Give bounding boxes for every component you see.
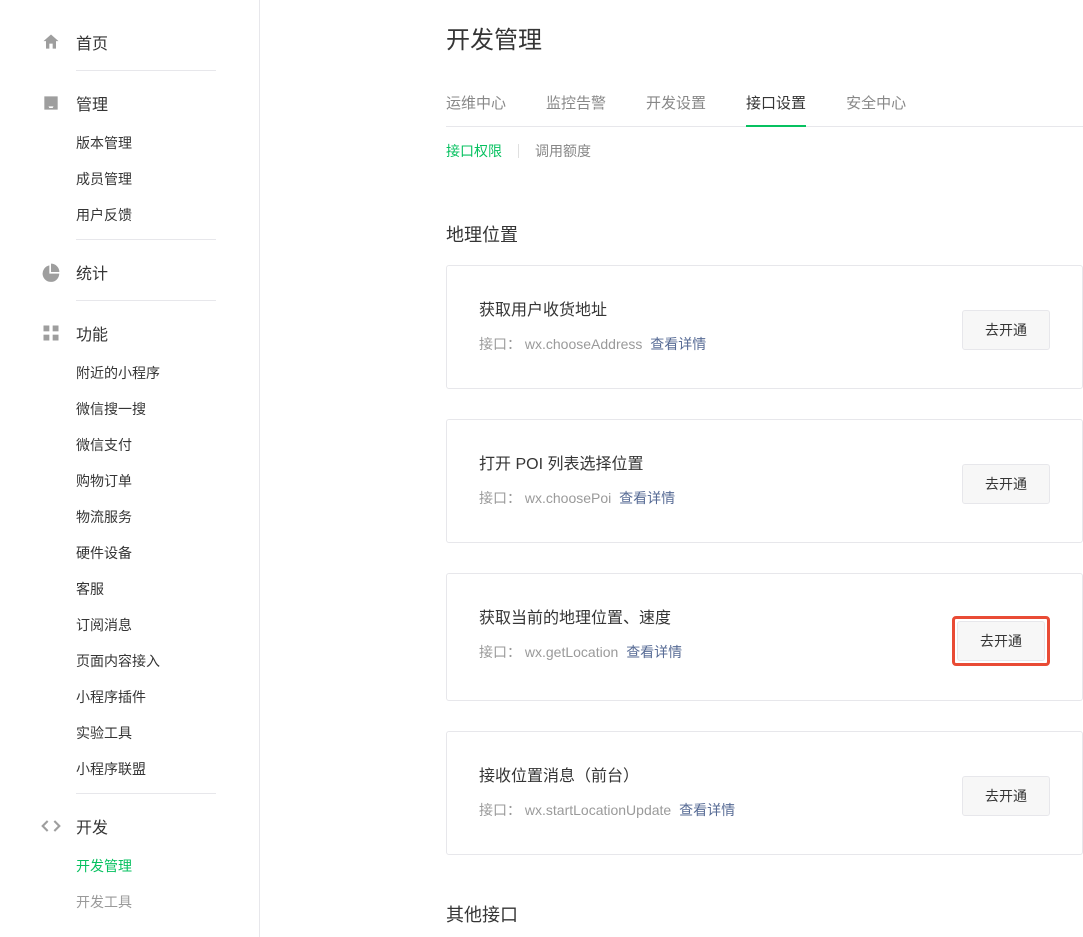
view-details-link[interactable]: 查看详情	[626, 644, 682, 660]
sidebar-sub-experiment[interactable]: 实验工具	[76, 715, 259, 751]
enable-button[interactable]: 去开通	[962, 776, 1050, 816]
tabs: 运维中心 监控告警 开发设置 接口设置 安全中心	[446, 79, 1083, 127]
sidebar-label-features: 功能	[76, 321, 108, 345]
sidebar-sub-union[interactable]: 小程序联盟	[76, 751, 259, 787]
sidebar-sub-version[interactable]: 版本管理	[76, 125, 259, 161]
sidebar-sub-pagecontent[interactable]: 页面内容接入	[76, 643, 259, 679]
sidebar-label-dev: 开发	[76, 814, 108, 838]
divider	[76, 300, 216, 301]
subtab-quota[interactable]: 调用额度	[535, 141, 607, 161]
divider	[76, 793, 216, 794]
desc-prefix: 接口：	[479, 490, 521, 506]
api-card: 获取当前的地理位置、速度 接口： wx.getLocation 查看详情 去开通	[446, 573, 1083, 701]
desc-prefix: 接口：	[479, 644, 521, 660]
enable-button[interactable]: 去开通	[962, 464, 1050, 504]
view-details-link[interactable]: 查看详情	[619, 490, 675, 506]
sidebar-sub-shopping[interactable]: 购物订单	[76, 463, 259, 499]
sidebar-sub-subscribe[interactable]: 订阅消息	[76, 607, 259, 643]
api-name: wx.choosePoi	[525, 490, 611, 506]
code-icon	[40, 815, 62, 837]
divider	[518, 144, 519, 158]
main-content: 开发管理 运维中心 监控告警 开发设置 接口设置 安全中心 接口权限 调用额度 …	[260, 0, 1083, 937]
tab-ops[interactable]: 运维中心	[446, 80, 506, 127]
sidebar-sub-pay[interactable]: 微信支付	[76, 427, 259, 463]
sidebar-sub-search[interactable]: 微信搜一搜	[76, 391, 259, 427]
api-card: 接收位置消息（前台） 接口： wx.startLocationUpdate 查看…	[446, 731, 1083, 855]
desc-prefix: 接口：	[479, 802, 521, 818]
sidebar-sub-service[interactable]: 客服	[76, 571, 259, 607]
api-card: 获取用户收货地址 接口： wx.chooseAddress 查看详情 去开通	[446, 265, 1083, 389]
api-name: wx.getLocation	[525, 644, 618, 660]
subtabs: 接口权限 调用额度	[446, 127, 1083, 175]
sidebar-sub-logistics[interactable]: 物流服务	[76, 499, 259, 535]
section-title-location: 地理位置	[446, 221, 1083, 247]
desc-prefix: 接口：	[479, 336, 521, 352]
pie-chart-icon	[40, 261, 62, 283]
tab-devsettings[interactable]: 开发设置	[646, 80, 706, 127]
tab-apisettings[interactable]: 接口设置	[746, 80, 806, 127]
subtab-permission[interactable]: 接口权限	[446, 141, 518, 161]
sidebar: 首页 管理 版本管理 成员管理 用户反馈 统计	[0, 0, 260, 937]
grid-icon	[40, 322, 62, 344]
enable-button[interactable]: 去开通	[957, 621, 1045, 661]
card-title: 获取当前的地理位置、速度	[479, 604, 952, 628]
api-card: 打开 POI 列表选择位置 接口： wx.choosePoi 查看详情 去开通	[446, 419, 1083, 543]
card-title: 打开 POI 列表选择位置	[479, 450, 962, 474]
section-title-other: 其他接口	[446, 901, 1083, 927]
tab-security[interactable]: 安全中心	[846, 80, 906, 127]
page-title: 开发管理	[446, 20, 1083, 55]
sidebar-sub-plugin[interactable]: 小程序插件	[76, 679, 259, 715]
card-title: 获取用户收货地址	[479, 296, 962, 320]
inbox-icon	[40, 92, 62, 114]
view-details-link[interactable]: 查看详情	[679, 802, 735, 818]
sidebar-sub-devtools[interactable]: 开发工具	[76, 884, 259, 920]
sidebar-item-stats[interactable]: 统计	[40, 250, 259, 294]
sidebar-sub-hardware[interactable]: 硬件设备	[76, 535, 259, 571]
sidebar-sub-feedback[interactable]: 用户反馈	[76, 197, 259, 233]
divider	[76, 239, 216, 240]
sidebar-sub-members[interactable]: 成员管理	[76, 161, 259, 197]
sidebar-item-dev[interactable]: 开发	[40, 804, 259, 848]
card-desc: 接口： wx.choosePoi 查看详情	[479, 488, 962, 508]
card-desc: 接口： wx.getLocation 查看详情	[479, 642, 952, 662]
api-name: wx.startLocationUpdate	[525, 802, 671, 818]
sidebar-label-home: 首页	[76, 30, 108, 54]
sidebar-sub-devmanage[interactable]: 开发管理	[76, 848, 259, 884]
view-details-link[interactable]: 查看详情	[650, 336, 706, 352]
card-desc: 接口： wx.startLocationUpdate 查看详情	[479, 800, 962, 820]
sidebar-item-features[interactable]: 功能	[40, 311, 259, 355]
card-desc: 接口： wx.chooseAddress 查看详情	[479, 334, 962, 354]
home-icon	[40, 31, 62, 53]
sidebar-label-stats: 统计	[76, 260, 108, 284]
card-title: 接收位置消息（前台）	[479, 762, 962, 786]
sidebar-item-home[interactable]: 首页	[40, 20, 259, 64]
enable-button[interactable]: 去开通	[962, 310, 1050, 350]
divider	[76, 70, 216, 71]
highlight-annotation: 去开通	[952, 616, 1050, 666]
sidebar-label-manage: 管理	[76, 91, 108, 115]
tab-monitor[interactable]: 监控告警	[546, 80, 606, 127]
sidebar-sub-nearby[interactable]: 附近的小程序	[76, 355, 259, 391]
sidebar-item-manage[interactable]: 管理	[40, 81, 259, 125]
api-name: wx.chooseAddress	[525, 336, 643, 352]
